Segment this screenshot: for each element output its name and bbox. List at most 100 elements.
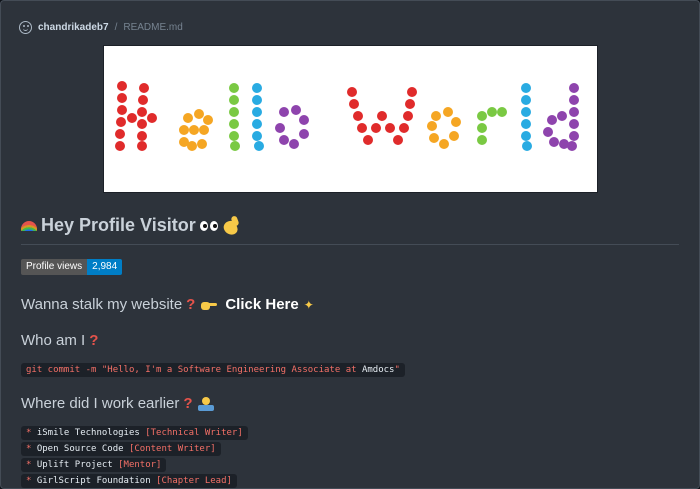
banner-dot xyxy=(547,115,557,125)
banner-dot xyxy=(299,115,309,125)
work-item: * Uplift Project [Mentor] xyxy=(21,458,167,472)
banner-dot xyxy=(291,105,301,115)
hello-world-banner xyxy=(103,45,598,193)
banner-dot xyxy=(403,111,413,121)
banner-dot xyxy=(252,119,262,129)
banner-dot xyxy=(477,111,487,121)
work-item: * Open Source Code [Content Writer] xyxy=(21,442,221,456)
banner-dot xyxy=(116,117,126,127)
greeting-title: Hey Profile Visitor xyxy=(41,215,196,235)
banner-dot xyxy=(299,129,309,139)
banner-dot xyxy=(189,125,199,135)
banner-dot xyxy=(230,141,240,151)
banner-dot xyxy=(117,81,127,91)
banner-dot xyxy=(229,131,239,141)
banner-dot xyxy=(487,107,497,117)
banner-dot xyxy=(522,141,532,151)
command-prefix: git commit -m "Hello, I'm a Software Eng… xyxy=(26,365,362,375)
website-heading: Wanna stalk my website ? Click Here ✦ xyxy=(21,296,314,313)
work-role: [Chapter Lead] xyxy=(156,476,232,486)
greeting-heading: Hey Profile Visitor xyxy=(21,215,240,236)
banner-dot xyxy=(252,95,262,105)
repo-owner-link[interactable]: chandrikadeb7 xyxy=(38,22,109,33)
work-role: [Mentor] xyxy=(118,460,162,470)
work-org: GirlScript Foundation xyxy=(36,476,151,486)
sparkles-icon: ✦ xyxy=(303,297,314,312)
banner-dot xyxy=(429,133,439,143)
rainbow-icon xyxy=(21,220,37,231)
work-heading: Where did I work earlier ? xyxy=(21,395,214,412)
work-org: Uplift Project xyxy=(36,460,113,470)
banner-dot xyxy=(549,137,559,147)
banner-dot xyxy=(117,105,127,115)
banner-dot xyxy=(127,113,137,123)
banner-dot xyxy=(279,107,289,117)
banner-dot xyxy=(427,121,437,131)
banner-dot xyxy=(363,135,373,145)
who-question: Who am I xyxy=(21,332,86,349)
banner-dot xyxy=(179,125,189,135)
banner-dot xyxy=(137,107,147,117)
command-suffix: " xyxy=(394,365,400,375)
banner-dot xyxy=(521,95,531,105)
git-commit-code: git commit -m "Hello, I'm a Software Eng… xyxy=(21,363,405,377)
banner-dot xyxy=(117,93,127,103)
smiley-icon xyxy=(19,20,32,34)
banner-dot xyxy=(477,135,487,145)
banner-dot xyxy=(252,131,262,141)
banner-dot xyxy=(252,107,262,117)
banner-dot xyxy=(187,141,197,151)
banner-dot xyxy=(393,135,403,145)
banner-dot xyxy=(443,107,453,117)
banner-dot xyxy=(183,113,193,123)
command-company: Amdocs xyxy=(361,365,395,375)
waving-hand-icon xyxy=(222,216,240,236)
banner-dot xyxy=(139,83,149,93)
banner-dot xyxy=(252,83,262,93)
banner-dot xyxy=(357,123,367,133)
banner-dot xyxy=(194,109,204,119)
banner-dot xyxy=(371,123,381,133)
work-item: * iSmile Technologies [Technical Writer] xyxy=(21,426,248,440)
banner-dot xyxy=(405,99,415,109)
banner-dot xyxy=(229,95,239,105)
banner-dot xyxy=(349,99,359,109)
who-heading: Who am I ? xyxy=(21,332,98,349)
banner-dot xyxy=(229,83,239,93)
banner-dot xyxy=(569,131,579,141)
banner-dot xyxy=(199,125,209,135)
file-name: README.md xyxy=(123,21,183,33)
banner-dot xyxy=(137,141,147,151)
work-item: * GirlScript Foundation [Chapter Lead] xyxy=(21,474,237,488)
work-question: Where did I work earlier xyxy=(21,395,180,412)
work-role: [Content Writer] xyxy=(128,444,216,454)
heading-divider xyxy=(21,244,679,245)
banner-dot xyxy=(569,107,579,117)
banner-dot xyxy=(115,141,125,151)
banner-dot xyxy=(147,113,157,123)
banner-dot xyxy=(229,107,239,117)
banner-dot xyxy=(289,139,299,149)
banner-dot xyxy=(347,87,357,97)
banner-dot xyxy=(431,111,441,121)
red-question-icon: ? xyxy=(186,296,196,313)
banner-dot xyxy=(407,87,417,97)
banner-dot xyxy=(497,107,507,117)
work-org: iSmile Technologies xyxy=(36,428,140,438)
banner-dot xyxy=(439,139,449,149)
banner-dot xyxy=(254,141,264,151)
readme-panel: chandrikadeb7 / README.md Hey Profile Vi… xyxy=(0,0,700,489)
banner-dot xyxy=(543,127,553,137)
banner-dot xyxy=(451,117,461,127)
red-question-icon: ? xyxy=(183,395,193,412)
website-link[interactable]: Click Here xyxy=(225,296,298,313)
eyes-icon xyxy=(199,220,218,231)
profile-views-badge: Profile views 2,984 xyxy=(21,259,123,275)
banner-dot xyxy=(137,131,147,141)
banner-dot xyxy=(385,123,395,133)
red-question-icon: ? xyxy=(89,332,99,349)
banner-dot xyxy=(569,95,579,105)
website-question: Wanna stalk my website xyxy=(21,296,183,313)
banner-dot xyxy=(138,95,148,105)
hello-world-dots-image xyxy=(115,81,579,151)
